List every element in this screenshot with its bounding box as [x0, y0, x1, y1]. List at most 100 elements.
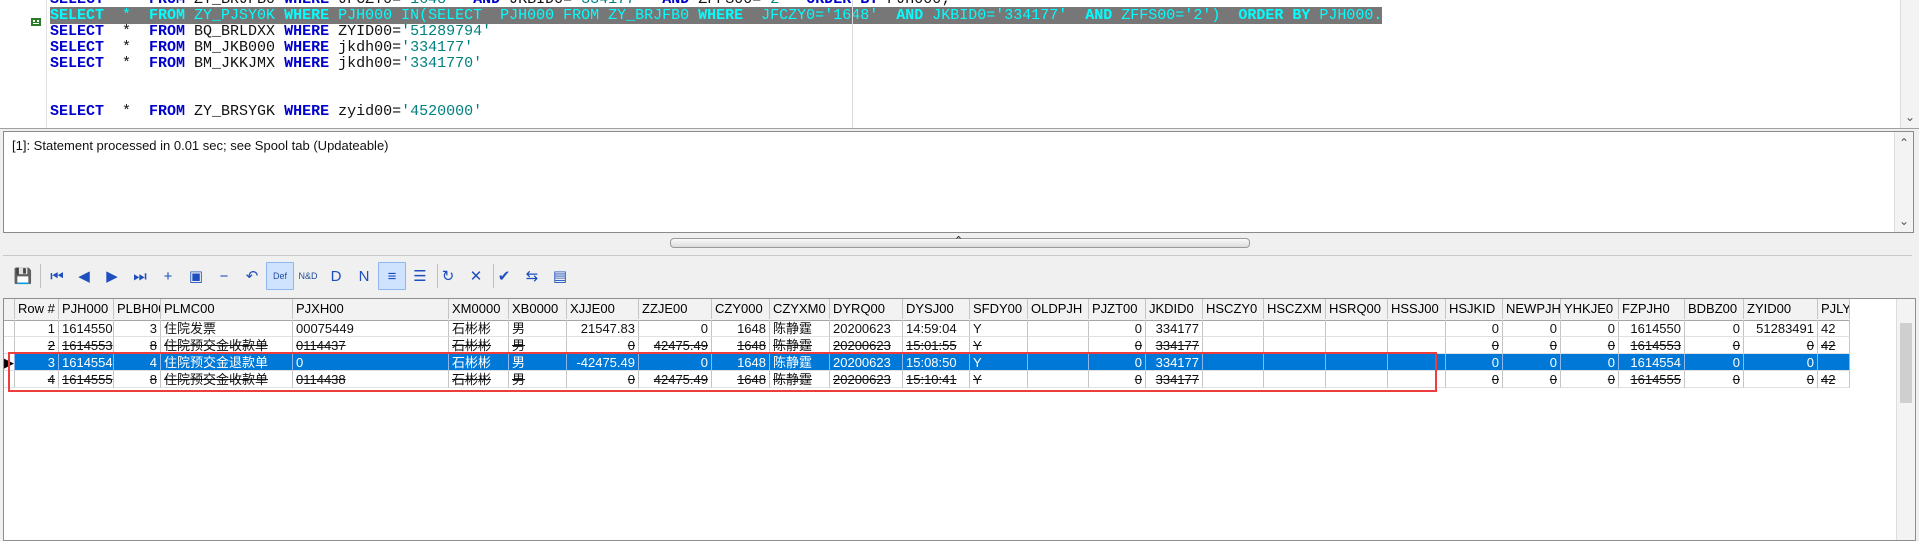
- grid-cell-pjzt00[interactable]: 0: [1089, 337, 1146, 354]
- grid-cell-hsrq00[interactable]: [1326, 354, 1388, 371]
- editor-scrollbar[interactable]: ⌄: [1900, 0, 1919, 128]
- collapse-up-icon[interactable]: ⌃: [954, 234, 963, 247]
- grid-cell-hssj00[interactable]: [1388, 354, 1446, 371]
- grid-cell-xb0000[interactable]: 男: [509, 320, 567, 337]
- column-header-pjh000[interactable]: PJH000: [59, 299, 114, 319]
- undo-button[interactable]: ↶: [238, 262, 266, 290]
- grid-cell-fzpjh0[interactable]: 1614554: [1619, 354, 1685, 371]
- row-indicator[interactable]: [4, 371, 15, 388]
- code-line[interactable]: SELECT * FROM BM_JKB000 WHERE jkdh00='33…: [50, 40, 1890, 56]
- column-header-hssj00[interactable]: HSSJ00: [1388, 299, 1446, 319]
- grid-cell-xjje00[interactable]: 0: [567, 371, 639, 388]
- grid-cell-hssj00[interactable]: [1388, 371, 1446, 388]
- grid-cell-hsczxm[interactable]: [1264, 354, 1326, 371]
- code-area[interactable]: SELECT * FROM ZY_BRJFB0 WHERE JFCZY0='16…: [50, 0, 1890, 128]
- grid-cell-xjje00[interactable]: 21547.83: [567, 320, 639, 337]
- grid-cell-zzje00[interactable]: 42475.49: [639, 371, 712, 388]
- grid-cell-yhkje0[interactable]: 0: [1561, 320, 1619, 337]
- grid-cell-hsczy0[interactable]: [1203, 337, 1264, 354]
- column-header-czyxm0[interactable]: CZYXM0: [770, 299, 830, 319]
- save-button[interactable]: 💾: [9, 262, 37, 290]
- grid-cell-hsczy0[interactable]: [1203, 320, 1264, 337]
- column-header-sfdy00[interactable]: SFDY00: [970, 299, 1028, 319]
- grid-cell-dyrq00[interactable]: 20200623: [830, 354, 903, 371]
- grid-cell-dyrq00[interactable]: 20200623: [830, 371, 903, 388]
- column-header-xb0000[interactable]: XB0000: [509, 299, 567, 319]
- scroll-up-icon[interactable]: ⌃: [1899, 136, 1909, 150]
- grid-cell-dysj00[interactable]: 14:59:04: [903, 320, 970, 337]
- sql-editor[interactable]: SELECT * FROM ZY_BRJFB0 WHERE JFCZY0='16…: [0, 0, 1919, 129]
- grid-cell-newpjh[interactable]: 0: [1503, 354, 1561, 371]
- grid-cell-yhkje0[interactable]: 0: [1561, 337, 1619, 354]
- grid-cell-hssj00[interactable]: [1388, 337, 1446, 354]
- grid-cell-hsrq00[interactable]: [1326, 320, 1388, 337]
- grid-cell-zzje00[interactable]: 0: [639, 320, 712, 337]
- grid-cell-zzje00[interactable]: 42475.49: [639, 337, 712, 354]
- column-header-jkdid0[interactable]: JKDID0: [1146, 299, 1203, 319]
- grid-cell-yhkje0[interactable]: 0: [1561, 354, 1619, 371]
- grid-cell-fzpjh0[interactable]: 1614550: [1619, 320, 1685, 337]
- grid-cell-sfdy00[interactable]: Y: [970, 320, 1028, 337]
- grid-cell-pjlyi[interactable]: 42: [1818, 320, 1850, 337]
- code-line[interactable]: SELECT * FROM BM_JKKJMX WHERE jkdh00='33…: [50, 56, 1890, 72]
- grid-cell-czy000[interactable]: 1648: [712, 371, 770, 388]
- grid-cell-xjje00[interactable]: 0: [567, 337, 639, 354]
- table-row[interactable]: 4 1614555 8 住院预交金收款单 0114438 石彬彬男 0 42475.49 164…: [4, 371, 1850, 392]
- grid-cell-plmc00[interactable]: 住院预交金收款单: [161, 371, 293, 388]
- last-button[interactable]: ⏭: [126, 262, 154, 290]
- grid-cell-xb0000[interactable]: 男: [509, 371, 567, 388]
- grid-cell-hssj00[interactable]: [1388, 320, 1446, 337]
- grid-cell-hsrq00[interactable]: [1326, 371, 1388, 388]
- grid-cell-jkdid0[interactable]: 334177: [1146, 320, 1203, 337]
- form-view-button[interactable]: ☰: [406, 262, 434, 290]
- column-header-dysj00[interactable]: DYSJ00: [903, 299, 970, 319]
- column-header-czy000[interactable]: CZY000: [712, 299, 770, 319]
- grid-cell-xb0000[interactable]: 男: [509, 337, 567, 354]
- grid-cell-pjzt00[interactable]: 0: [1089, 371, 1146, 388]
- grid-cell-hsczxm[interactable]: [1264, 371, 1326, 388]
- grid-cell-xm0000[interactable]: 石彬彬: [449, 337, 509, 354]
- grid-cell-pjlyi[interactable]: 42: [1818, 337, 1850, 354]
- row-indicator[interactable]: ▶: [4, 354, 15, 371]
- default-mode-button[interactable]: Def: [266, 262, 294, 290]
- grid-cell-czyxm0[interactable]: 陈静霆: [770, 320, 830, 337]
- grid-cell-dyrq00[interactable]: 20200623: [830, 320, 903, 337]
- column-header-hsczy0[interactable]: HSCZY0: [1203, 299, 1264, 319]
- grid-cell-newpjh[interactable]: 0: [1503, 320, 1561, 337]
- grid-cell-plbh00[interactable]: 8: [114, 371, 161, 388]
- grid-cell-jkdid0[interactable]: 334177: [1146, 354, 1203, 371]
- column-header-plbh00[interactable]: PLBH00: [114, 299, 161, 319]
- grid-cell-hsczy0[interactable]: [1203, 371, 1264, 388]
- column-header-xm0000[interactable]: XM0000: [449, 299, 509, 319]
- grid-cell-pjzt00[interactable]: 0: [1089, 354, 1146, 371]
- grid-cell-fzpjh0[interactable]: 1614555: [1619, 371, 1685, 388]
- column-header-hsczxm[interactable]: HSCZXM: [1264, 299, 1326, 319]
- grid-cell-yhkje0[interactable]: 0: [1561, 371, 1619, 388]
- grid-cell-hsczxm[interactable]: [1264, 320, 1326, 337]
- column-header-hsjkid[interactable]: HSJKID: [1446, 299, 1503, 319]
- grid-cell-zyid00[interactable]: 0: [1744, 354, 1818, 371]
- code-line[interactable]: [50, 72, 1890, 88]
- grid-cell-newpjh[interactable]: 0: [1503, 337, 1561, 354]
- column-header-yhkje0[interactable]: YHKJE0: [1561, 299, 1619, 319]
- commit-button[interactable]: ✔: [490, 262, 518, 290]
- grid-cell-pjh000[interactable]: 1614550: [59, 320, 114, 337]
- grid-cell-oldpjh[interactable]: [1028, 371, 1089, 388]
- scroll-thumb[interactable]: [1900, 323, 1912, 403]
- grid-cell-xm0000[interactable]: 石彬彬: [449, 354, 509, 371]
- delete-button[interactable]: −: [210, 262, 238, 290]
- grid-cell-bdbz00[interactable]: 0: [1685, 371, 1744, 388]
- grid-cell-hsjkid[interactable]: 0: [1446, 354, 1503, 371]
- grid-cell-dyrq00[interactable]: 20200623: [830, 337, 903, 354]
- grid-cell-xm0000[interactable]: 石彬彬: [449, 371, 509, 388]
- grid-cell-plbh00[interactable]: 8: [114, 337, 161, 354]
- grid-cell-czy000[interactable]: 1648: [712, 337, 770, 354]
- grid-cell-fzpjh0[interactable]: 1614553: [1619, 337, 1685, 354]
- grid-scrollbar[interactable]: [1896, 299, 1915, 540]
- grid-cell-plbh00[interactable]: 3: [114, 320, 161, 337]
- column-header-plmc00[interactable]: PLMC00: [161, 299, 293, 319]
- export-button[interactable]: ▤: [546, 262, 574, 290]
- grid-cell-row[interactable]: 4: [15, 371, 59, 388]
- grid-cell-row[interactable]: 3: [15, 354, 59, 371]
- column-header-bdbz00[interactable]: BDBZ00: [1685, 299, 1744, 319]
